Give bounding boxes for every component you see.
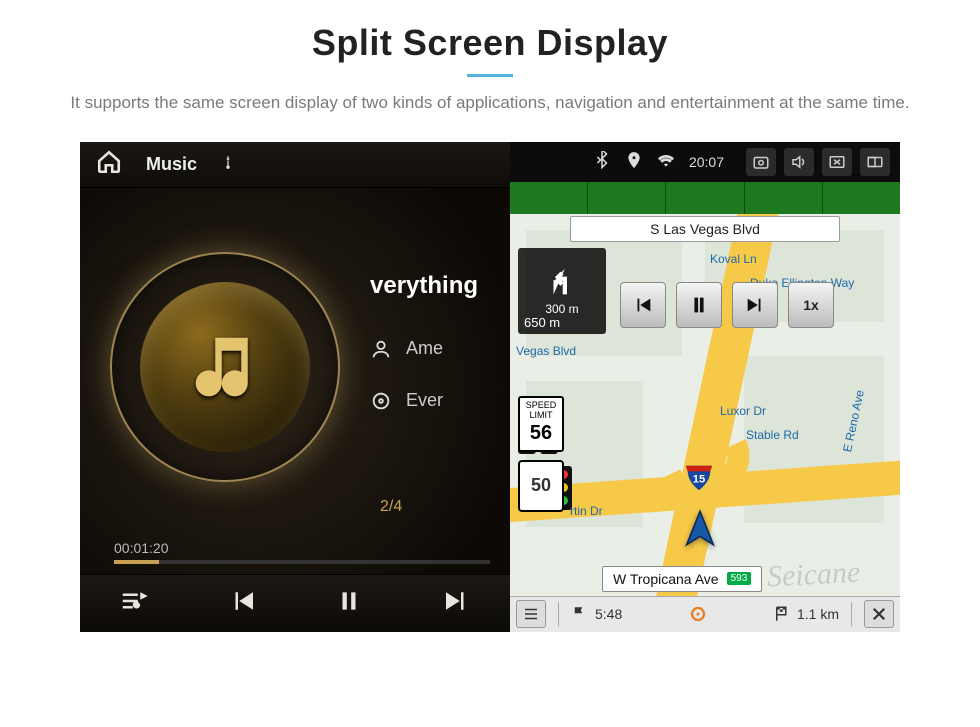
checkered-flag-icon xyxy=(773,605,791,623)
time-elapsed: 00:01:20 xyxy=(114,540,169,556)
device-screenshot: Music verything Ame Ever 2/ xyxy=(80,142,900,632)
current-street-name: W Tropicana Ave xyxy=(613,571,719,587)
disc-icon xyxy=(370,390,392,412)
location-icon xyxy=(625,151,643,172)
home-icon[interactable] xyxy=(96,149,122,180)
street-label-stable: Stable Rd xyxy=(746,428,799,442)
dest-arrow-4[interactable] xyxy=(745,182,823,214)
vehicle-cursor-icon xyxy=(680,508,720,548)
destination-bar xyxy=(510,182,900,214)
page-subtitle: It supports the same screen display of t… xyxy=(60,91,920,116)
music-app-title: Music xyxy=(146,154,197,175)
turn-instruction: 300 m 650 m xyxy=(518,248,606,334)
split-view-button[interactable] xyxy=(860,148,890,176)
map-menu-button[interactable] xyxy=(516,600,546,628)
speed-limit-sign: SPEED LIMIT 56 xyxy=(518,396,564,452)
svg-text:15: 15 xyxy=(693,473,706,485)
close-window-button[interactable] xyxy=(822,148,852,176)
title-underline xyxy=(467,74,513,77)
page-title: Split Screen Display xyxy=(0,22,980,64)
music-controls xyxy=(80,574,510,632)
volume-button[interactable] xyxy=(784,148,814,176)
artist-name: Ame xyxy=(406,338,443,359)
next-button[interactable] xyxy=(441,586,471,621)
album-art xyxy=(110,252,340,482)
route-sign: 50 xyxy=(518,460,564,512)
person-icon xyxy=(370,338,392,360)
turn-distance-primary: 650 m xyxy=(524,315,560,330)
street-label-martin: rtin Dr xyxy=(570,504,603,518)
music-top-bar: Music xyxy=(80,142,510,188)
track-position: 2/4 xyxy=(380,498,402,516)
dest-arrow-5[interactable] xyxy=(823,182,900,214)
wifi-icon xyxy=(657,151,675,172)
nav-close-button[interactable] xyxy=(864,600,894,628)
nav-pane: 20:07 Koval Ln Du xyxy=(510,142,900,632)
playlist-button[interactable] xyxy=(119,586,149,621)
dest-arrow-2[interactable] xyxy=(588,182,666,214)
dest-arrow-1[interactable] xyxy=(510,182,588,214)
genre-row: Ever xyxy=(370,390,478,412)
speed-limit-value: 56 xyxy=(520,422,562,444)
target-icon xyxy=(689,605,707,623)
prev-button[interactable] xyxy=(228,586,258,621)
overlay-pause-button[interactable] xyxy=(676,282,722,328)
screenshot-button[interactable] xyxy=(746,148,776,176)
current-street-banner: W Tropicana Ave 593 xyxy=(602,566,762,592)
overlay-next-button[interactable] xyxy=(732,282,778,328)
overlay-prev-button[interactable] xyxy=(620,282,666,328)
interstate-shield: 15 xyxy=(684,462,714,492)
bluetooth-icon xyxy=(593,151,611,172)
flag-icon xyxy=(571,605,589,623)
usb-icon xyxy=(221,153,235,176)
music-pane: Music verything Ame Ever 2/ xyxy=(80,142,510,632)
remaining-distance: 1.1 km xyxy=(797,606,839,622)
track-metadata: verything Ame Ever xyxy=(370,272,478,412)
turn-left-icon xyxy=(542,266,582,300)
status-time: 20:07 xyxy=(689,154,724,170)
pause-button[interactable] xyxy=(336,586,362,621)
overlay-speed-button[interactable]: 1x xyxy=(788,282,834,328)
speed-limit-label: SPEED LIMIT xyxy=(520,401,562,421)
exit-number: 593 xyxy=(727,572,752,585)
eta-value: 5:48 xyxy=(595,606,622,622)
turn-distance-secondary: 300 m xyxy=(545,302,578,316)
street-label-koval: Koval Ln xyxy=(710,252,757,266)
artist-row: Ame xyxy=(370,338,478,360)
street-label-luxor: Luxor Dr xyxy=(720,404,766,418)
music-note-icon xyxy=(186,328,264,406)
progress-bar[interactable] xyxy=(114,560,490,564)
map-bottom-bar: 5:48 1.1 km xyxy=(510,596,900,632)
genre-name: Ever xyxy=(406,390,443,411)
status-bar: 20:07 xyxy=(510,142,900,182)
track-title: verything xyxy=(370,272,478,300)
top-road-name: S Las Vegas Blvd xyxy=(570,216,840,242)
dest-arrow-3[interactable] xyxy=(666,182,744,214)
map-media-overlay: 1x xyxy=(620,282,834,328)
street-label-vegas: Vegas Blvd xyxy=(516,344,576,358)
